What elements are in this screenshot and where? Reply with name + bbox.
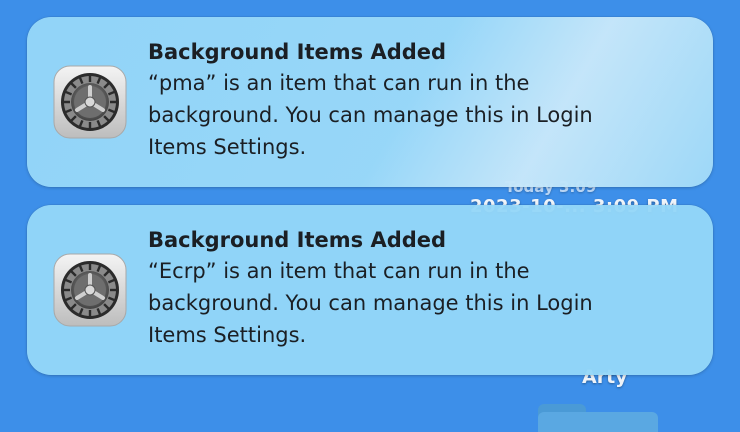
desktop-folder-icon[interactable]: [538, 404, 658, 432]
notification-background-items-pma[interactable]: Background Items Added “pma” is an item …: [27, 17, 713, 187]
system-settings-gear-icon: [53, 65, 127, 139]
notification-message-line: background. You can manage this in Login: [148, 103, 593, 127]
notification-message-line: Items Settings.: [148, 135, 307, 159]
notification-background-items-ecrp[interactable]: Background Items Added “Ecrp” is an item…: [27, 205, 713, 375]
notification-title: Background Items Added: [148, 40, 447, 64]
notification-content: Background Items Added “pma” is an item …: [148, 38, 693, 163]
notification-title: Background Items Added: [148, 228, 447, 252]
notification-message-line: Items Settings.: [148, 323, 307, 347]
notification-message-line: “pma” is an item that can run in the: [148, 71, 530, 95]
notification-message: “Ecrp” is an item that can run in the ba…: [148, 255, 693, 351]
notification-message: “pma” is an item that can run in the bac…: [148, 67, 693, 163]
system-settings-gear-icon: [53, 253, 127, 327]
notification-message-line: background. You can manage this in Login: [148, 291, 593, 315]
notification-message-line: “Ecrp” is an item that can run in the: [148, 259, 530, 283]
notification-content: Background Items Added “Ecrp” is an item…: [148, 226, 693, 351]
